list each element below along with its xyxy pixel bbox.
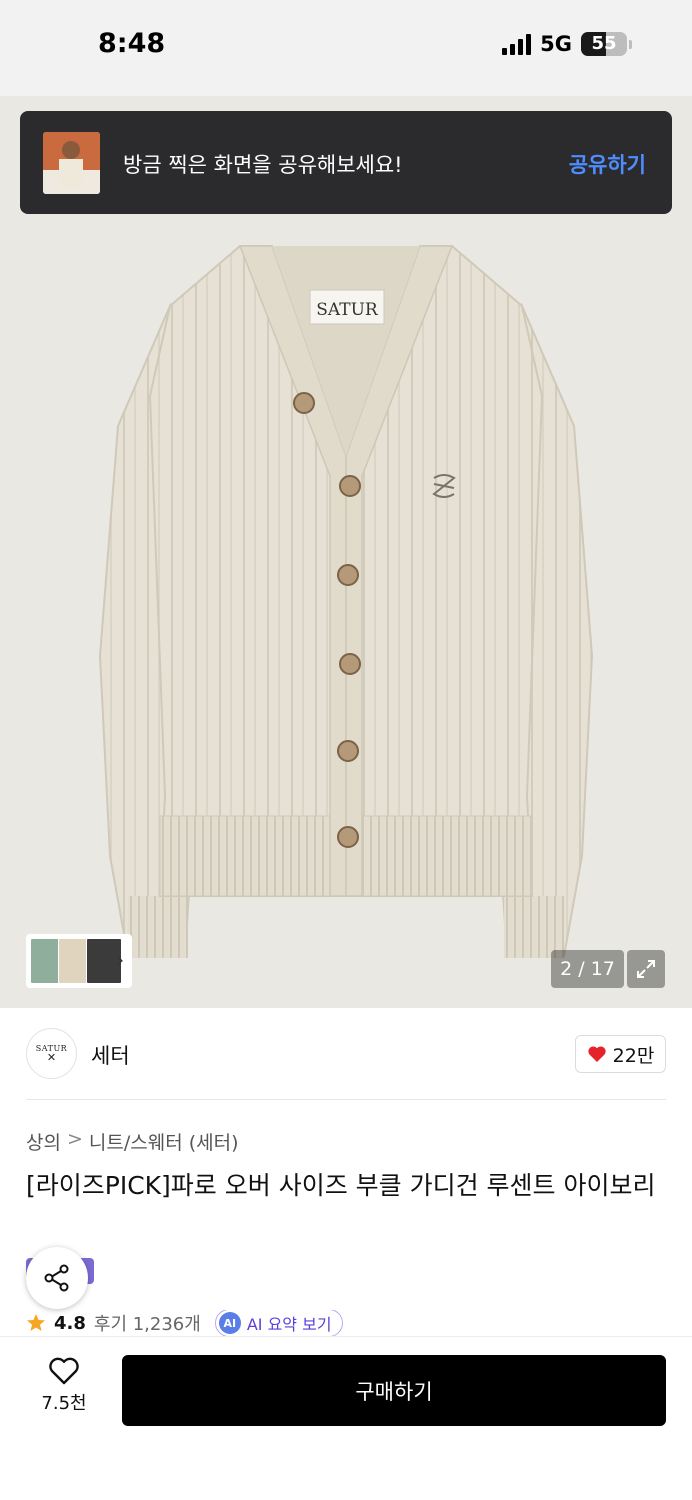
- share-toast: 방금 찍은 화면을 공유해보세요! 공유하기: [20, 111, 672, 214]
- battery-level: 55: [591, 33, 617, 54]
- brand-logo-mark: ✕: [46, 1051, 57, 1064]
- expand-button[interactable]: [627, 950, 665, 988]
- breadcrumb: 상의 > 니트/스웨터 (세터): [26, 1128, 239, 1155]
- like-count: 22만: [612, 1044, 655, 1067]
- network-label: 5G: [540, 32, 572, 56]
- rating-score: 4.8: [54, 1312, 86, 1334]
- brand-logo[interactable]: SATUR ✕: [26, 1028, 77, 1079]
- review-count[interactable]: 후기 1,236개: [94, 1310, 201, 1336]
- buy-button[interactable]: 구매하기: [122, 1355, 666, 1426]
- product-image[interactable]: SATUR: [0, 96, 692, 1008]
- status-time: 8:48: [98, 28, 166, 59]
- share-button[interactable]: [26, 1247, 88, 1309]
- signal-icon: [502, 33, 532, 55]
- image-counter: 2 / 17: [551, 950, 624, 988]
- chevron-right-icon: ›: [116, 950, 124, 971]
- product-title: [라이즈PICK]파로 오버 사이즈 부클 가디건 루센트 아이보리: [26, 1171, 656, 1200]
- brand-row: SATUR ✕ 세터 22만: [0, 1008, 692, 1100]
- bottom-bar: 7.5천 구매하기: [0, 1336, 692, 1500]
- rating-row: 4.8 후기 1,236개 AI AI 요약 보기: [26, 1310, 666, 1336]
- breadcrumb-separator-icon: >: [66, 1128, 83, 1150]
- expand-icon: [637, 960, 655, 978]
- ai-summary-button[interactable]: AI AI 요약 보기: [214, 1310, 343, 1336]
- status-indicators: 5G 55: [502, 32, 632, 56]
- ai-summary-label: AI 요약 보기: [246, 1315, 332, 1334]
- related-thumbnails[interactable]: ›: [26, 934, 132, 988]
- screenshot-thumbnail[interactable]: [43, 132, 100, 194]
- toast-message: 방금 찍은 화면을 공유해보세요!: [123, 153, 403, 177]
- ai-icon: AI: [218, 1312, 241, 1334]
- status-bar: 8:48 5G 55: [0, 0, 692, 96]
- garment-label-text: SATUR: [316, 300, 379, 320]
- share-icon: [44, 1264, 69, 1292]
- battery-icon: 55: [581, 32, 627, 56]
- breadcrumb-category[interactable]: 상의: [26, 1128, 61, 1155]
- heart-outline-icon: [49, 1357, 79, 1385]
- toast-share-button[interactable]: 공유하기: [569, 149, 646, 179]
- heart-filled-icon: [588, 1046, 606, 1062]
- breadcrumb-subcategory[interactable]: 니트/스웨터 (세터): [89, 1128, 239, 1155]
- wishlist-button[interactable]: 7.5천: [26, 1357, 102, 1427]
- divider: [26, 1099, 666, 1100]
- brand-name[interactable]: 세터: [91, 1040, 130, 1070]
- like-button[interactable]: 22만: [575, 1035, 666, 1073]
- cardigan-image: SATUR: [0, 96, 692, 1008]
- wishlist-count: 7.5천: [41, 1393, 87, 1414]
- battery-tip: [629, 39, 632, 49]
- star-icon: [27, 1314, 45, 1331]
